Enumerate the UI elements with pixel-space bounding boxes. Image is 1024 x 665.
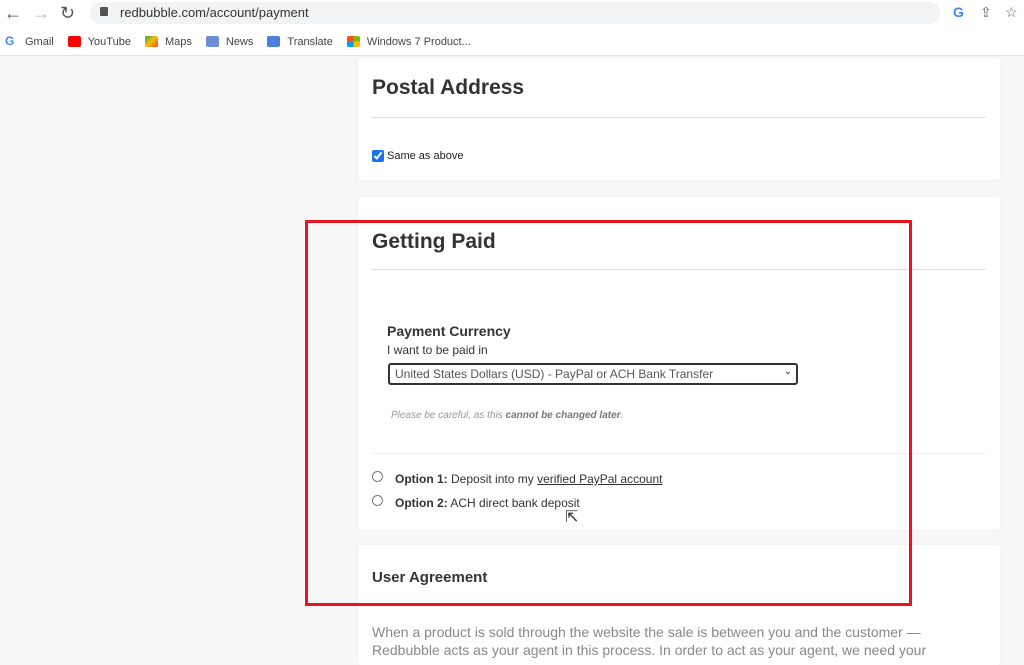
youtube-icon <box>67 36 81 47</box>
checkbox-label: Same as above <box>387 150 464 162</box>
address-bar[interactable]: redbubble.com/account/payment <box>90 2 940 24</box>
option1-radio[interactable] <box>372 471 383 482</box>
bookmark-label: YouTube <box>87 35 131 48</box>
google-icon[interactable]: G <box>953 4 964 20</box>
divider <box>372 117 986 118</box>
windows-icon <box>346 36 360 47</box>
bookmark-gmail[interactable]: G Gmail <box>5 34 54 48</box>
currency-title: Payment Currency <box>387 323 511 339</box>
option2-label[interactable]: Option 2: ACH direct bank deposit <box>395 496 580 510</box>
bookmark-windows[interactable]: Windows 7 Product... <box>346 35 471 48</box>
user-agreement-card: User Agreement When a product is sold th… <box>358 545 1000 665</box>
bookmark-maps[interactable]: Maps <box>144 35 192 48</box>
lock-icon <box>100 7 108 16</box>
bookmark-label: News <box>225 35 254 48</box>
bookmarks-bar: G Gmail YouTube Maps News Translate Windo… <box>0 28 1024 56</box>
chevron-down-icon: ⌄ <box>783 366 792 377</box>
browser-toolbar: ← → ↻ redbubble.com/account/payment G ⇪ … <box>0 0 1024 28</box>
option2-radio[interactable] <box>372 495 383 506</box>
back-icon[interactable]: ← <box>4 3 22 24</box>
currency-label: I want to be paid in <box>387 343 488 357</box>
getting-paid-card: Getting Paid Payment Currency I want to … <box>358 197 1000 530</box>
warning-bold: cannot be changed later <box>505 410 621 421</box>
bookmark-label: Gmail <box>25 35 54 48</box>
bookmark-label: Maps <box>164 35 192 48</box>
option-text: ACH direct bank deposit <box>450 496 580 510</box>
mouse-cursor-icon: ⇱ <box>565 509 579 526</box>
section-title: User Agreement <box>372 569 488 586</box>
warning-text: Please be careful, as this <box>391 410 506 421</box>
currency-select[interactable]: United States Dollars (USD) - PayPal or … <box>388 363 798 385</box>
divider <box>372 453 986 454</box>
divider <box>372 269 986 270</box>
reload-icon[interactable]: ↻ <box>60 3 75 24</box>
bookmark-label: Windows 7 Product... <box>366 35 471 48</box>
bookmark-youtube[interactable]: YouTube <box>67 35 131 48</box>
news-icon <box>205 36 219 47</box>
option-text: Deposit into my <box>451 472 538 486</box>
share-icon[interactable]: ⇪ <box>980 4 992 21</box>
bookmark-label: Translate <box>287 35 333 48</box>
verified-paypal-link[interactable]: verified PayPal account <box>537 472 662 486</box>
maps-icon <box>144 36 158 47</box>
currency-value: United States Dollars (USD) - PayPal or … <box>395 367 714 381</box>
forward-icon[interactable]: → <box>32 3 50 24</box>
postal-address-card: Postal Address Same as above <box>358 58 1000 180</box>
agreement-text: When a product is sold through the websi… <box>372 624 927 658</box>
option1-label[interactable]: Option 1: Deposit into my verified PayPa… <box>395 472 662 486</box>
checkbox[interactable] <box>372 150 384 162</box>
bookmark-translate[interactable]: Translate <box>267 35 333 48</box>
option-number: Option 1: <box>395 472 448 486</box>
same-as-above-checkbox[interactable]: Same as above <box>372 150 463 162</box>
warning-suffix: . <box>620 410 624 421</box>
option-number: Option 2: <box>395 496 448 510</box>
section-title: Getting Paid <box>372 230 496 253</box>
bookmark-news[interactable]: News <box>205 35 254 48</box>
star-icon[interactable]: ☆ <box>1005 4 1018 21</box>
url-text: redbubble.com/account/payment <box>120 5 309 20</box>
section-title: Postal Address <box>372 76 525 99</box>
google-icon: G <box>5 34 15 48</box>
currency-warning: Please be careful, as this cannot be cha… <box>391 410 623 421</box>
translate-icon <box>267 36 281 47</box>
